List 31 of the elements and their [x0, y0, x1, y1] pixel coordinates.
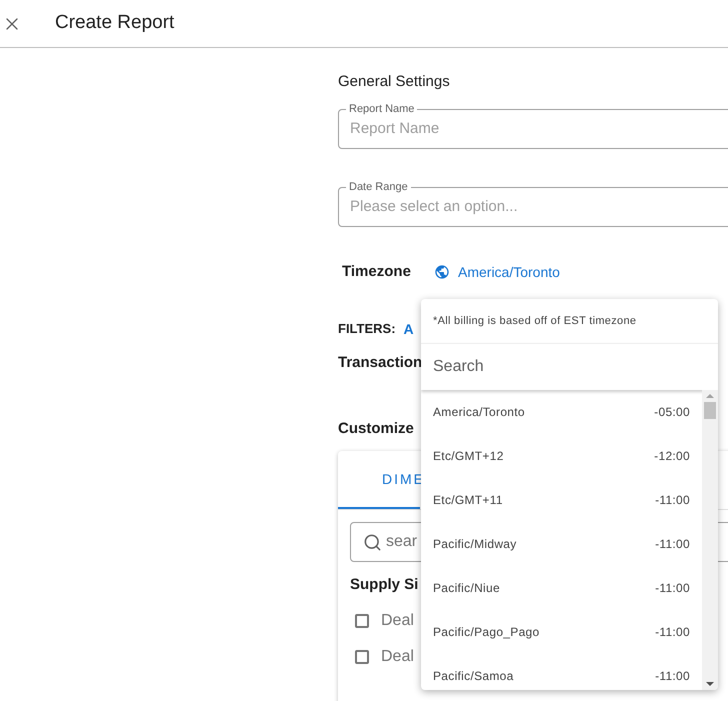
timezone-search-field[interactable]: Search — [421, 343, 718, 390]
timezone-label: Timezone — [342, 262, 412, 282]
dialog-title: Create Report — [55, 11, 174, 36]
search-placeholder: sear — [386, 532, 418, 552]
timezone-option[interactable]: Etc/GMT+12 -12:00 — [421, 434, 702, 478]
globe-icon — [434, 264, 450, 280]
checkbox[interactable] — [355, 650, 369, 664]
checkbox-label: Deal — [381, 647, 414, 667]
field-placeholder: Please select an option... — [350, 196, 518, 217]
timezone-option[interactable]: Etc/GMT+11 -11:00 — [421, 478, 702, 522]
section-title: Customize — [338, 419, 415, 439]
timezone-option[interactable]: Pacific/Pago_Pago -11:00 — [421, 610, 702, 654]
filters-label: FILTERS: — [338, 320, 396, 338]
timezone-option[interactable]: Pacific/Samoa -11:00 — [421, 654, 702, 690]
timezone-option[interactable]: Pacific/Midway -11:00 — [421, 522, 702, 566]
timezone-option[interactable]: America/Toronto -05:00 — [421, 390, 702, 434]
transaction-label: Transaction — [338, 352, 422, 373]
filter-link[interactable]: A — [404, 318, 414, 340]
timezone-option[interactable]: Pacific/Niue -11:00 — [421, 566, 702, 610]
timezone-link[interactable]: America/Toronto — [458, 262, 560, 282]
scrollbar[interactable] — [702, 390, 718, 690]
field-label: Date Range — [346, 180, 411, 194]
search-icon — [363, 532, 382, 552]
field-placeholder: Report Name — [350, 118, 440, 139]
billing-note: *All billing is based off of EST timezone — [432, 314, 638, 329]
checkbox-label: Deal — [381, 611, 414, 631]
checkbox[interactable] — [355, 614, 369, 628]
group-title: Supply Si — [350, 575, 418, 595]
field-label: Report Name — [346, 102, 418, 116]
section-title: General Settings — [338, 72, 451, 92]
search-placeholder: Search — [433, 357, 484, 377]
